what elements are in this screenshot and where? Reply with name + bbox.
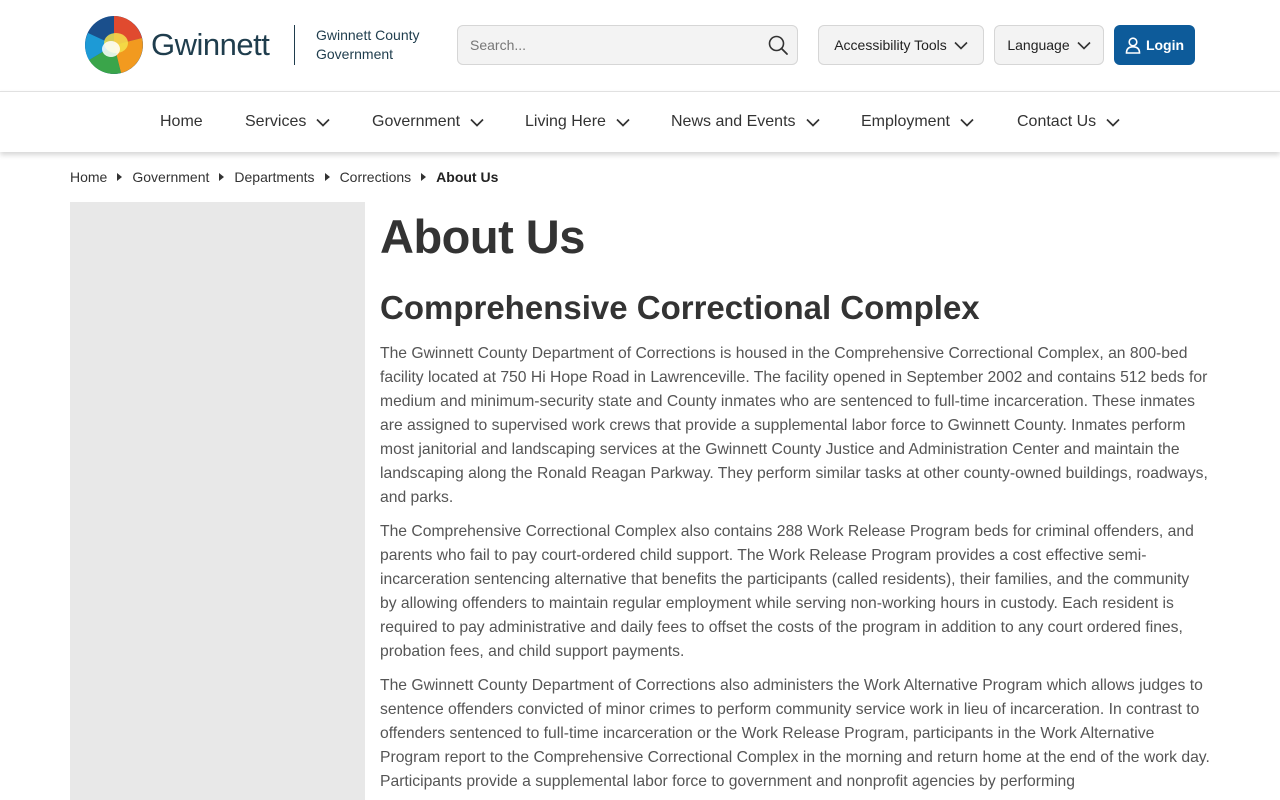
breadcrumb-home[interactable]: Home [70,169,107,185]
chevron-down-icon [954,41,968,50]
nav-item-contact-us[interactable]: Contact Us [1017,92,1120,152]
nav-item-label: Living Here [525,113,606,130]
accessibility-tools-label: Accessibility Tools [834,37,947,53]
caret-right-icon [117,173,123,181]
chevron-down-icon [470,118,484,127]
breadcrumb: Home Government Departments Corrections … [70,167,498,187]
nav-item-label: Contact Us [1017,113,1097,130]
site-header: Gwinnett Gwinnett County Government Acce… [0,0,1280,91]
nav-item-home[interactable]: Home [160,92,203,152]
login-button[interactable]: Login [1114,25,1195,65]
nav-item-services[interactable]: Services [245,92,330,152]
nav-item-employment[interactable]: Employment [861,92,974,152]
caret-right-icon [421,173,427,181]
language-button[interactable]: Language [994,25,1104,65]
nav-item-label: News and Events [671,113,796,130]
section-title: Comprehensive Correctional Complex [380,289,980,326]
nav-item-label: Government [372,113,461,130]
gwinnett-logo-mark-icon [85,16,143,74]
breadcrumb-current: About Us [436,169,499,185]
login-label: Login [1145,37,1185,53]
chevron-down-icon [1077,41,1091,50]
chevron-down-icon [960,118,974,127]
language-label: Language [1007,37,1070,53]
logo-divider [294,25,295,65]
search-box [457,25,798,65]
chevron-down-icon [316,118,330,127]
org-name[interactable]: Gwinnett County Government [316,26,446,64]
sidebar-panel [70,202,365,800]
search-input[interactable] [458,26,758,64]
content-paragraph: The Comprehensive Correctional Complex a… [380,523,1194,660]
nav-item-news-and-events[interactable]: News and Events [671,92,820,152]
content-paragraph: The Gwinnett County Department of Correc… [380,345,1208,506]
accessibility-tools-button[interactable]: Accessibility Tools [818,25,984,65]
chevron-down-icon [1106,118,1120,127]
caret-right-icon [324,173,330,181]
breadcrumb-departments[interactable]: Departments [234,169,314,185]
content-paragraph: The Gwinnett County Department of Correc… [380,677,1210,790]
main-nav: Home Services Government Living Here New… [0,91,1280,152]
logo-wordmark: Gwinnett [151,27,270,62]
main-content: About Us Comprehensive Correctional Comp… [380,206,1210,794]
breadcrumb-corrections[interactable]: Corrections [340,169,412,185]
search-icon[interactable] [767,34,789,56]
nav-item-label: Services [245,113,307,130]
org-name-line1: Gwinnett County [316,27,420,43]
nav-item-label: Employment [861,113,950,130]
org-name-line2: Government [316,46,394,62]
gwinnett-logo[interactable]: Gwinnett [85,16,273,74]
nav-item-living-here[interactable]: Living Here [525,92,630,152]
nav-item-label: Home [160,113,203,130]
user-icon [1125,36,1141,54]
breadcrumb-government[interactable]: Government [132,169,209,185]
chevron-down-icon [805,118,820,127]
chevron-down-icon [616,118,630,127]
nav-item-government[interactable]: Government [372,92,484,152]
page-title: About Us [380,210,585,263]
caret-right-icon [219,173,225,181]
